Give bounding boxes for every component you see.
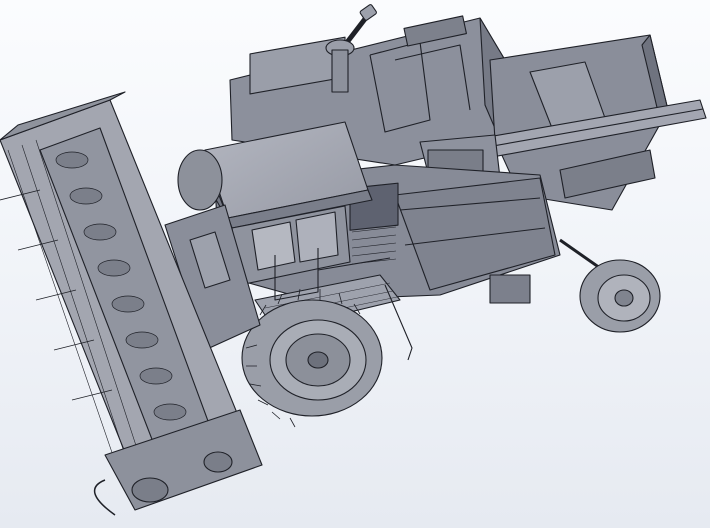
- cad-viewport: [0, 0, 710, 528]
- combine-harvester-model: [0, 4, 707, 516]
- left-drive-wheel: [177, 149, 223, 211]
- rear-steer-wheel: [559, 238, 661, 333]
